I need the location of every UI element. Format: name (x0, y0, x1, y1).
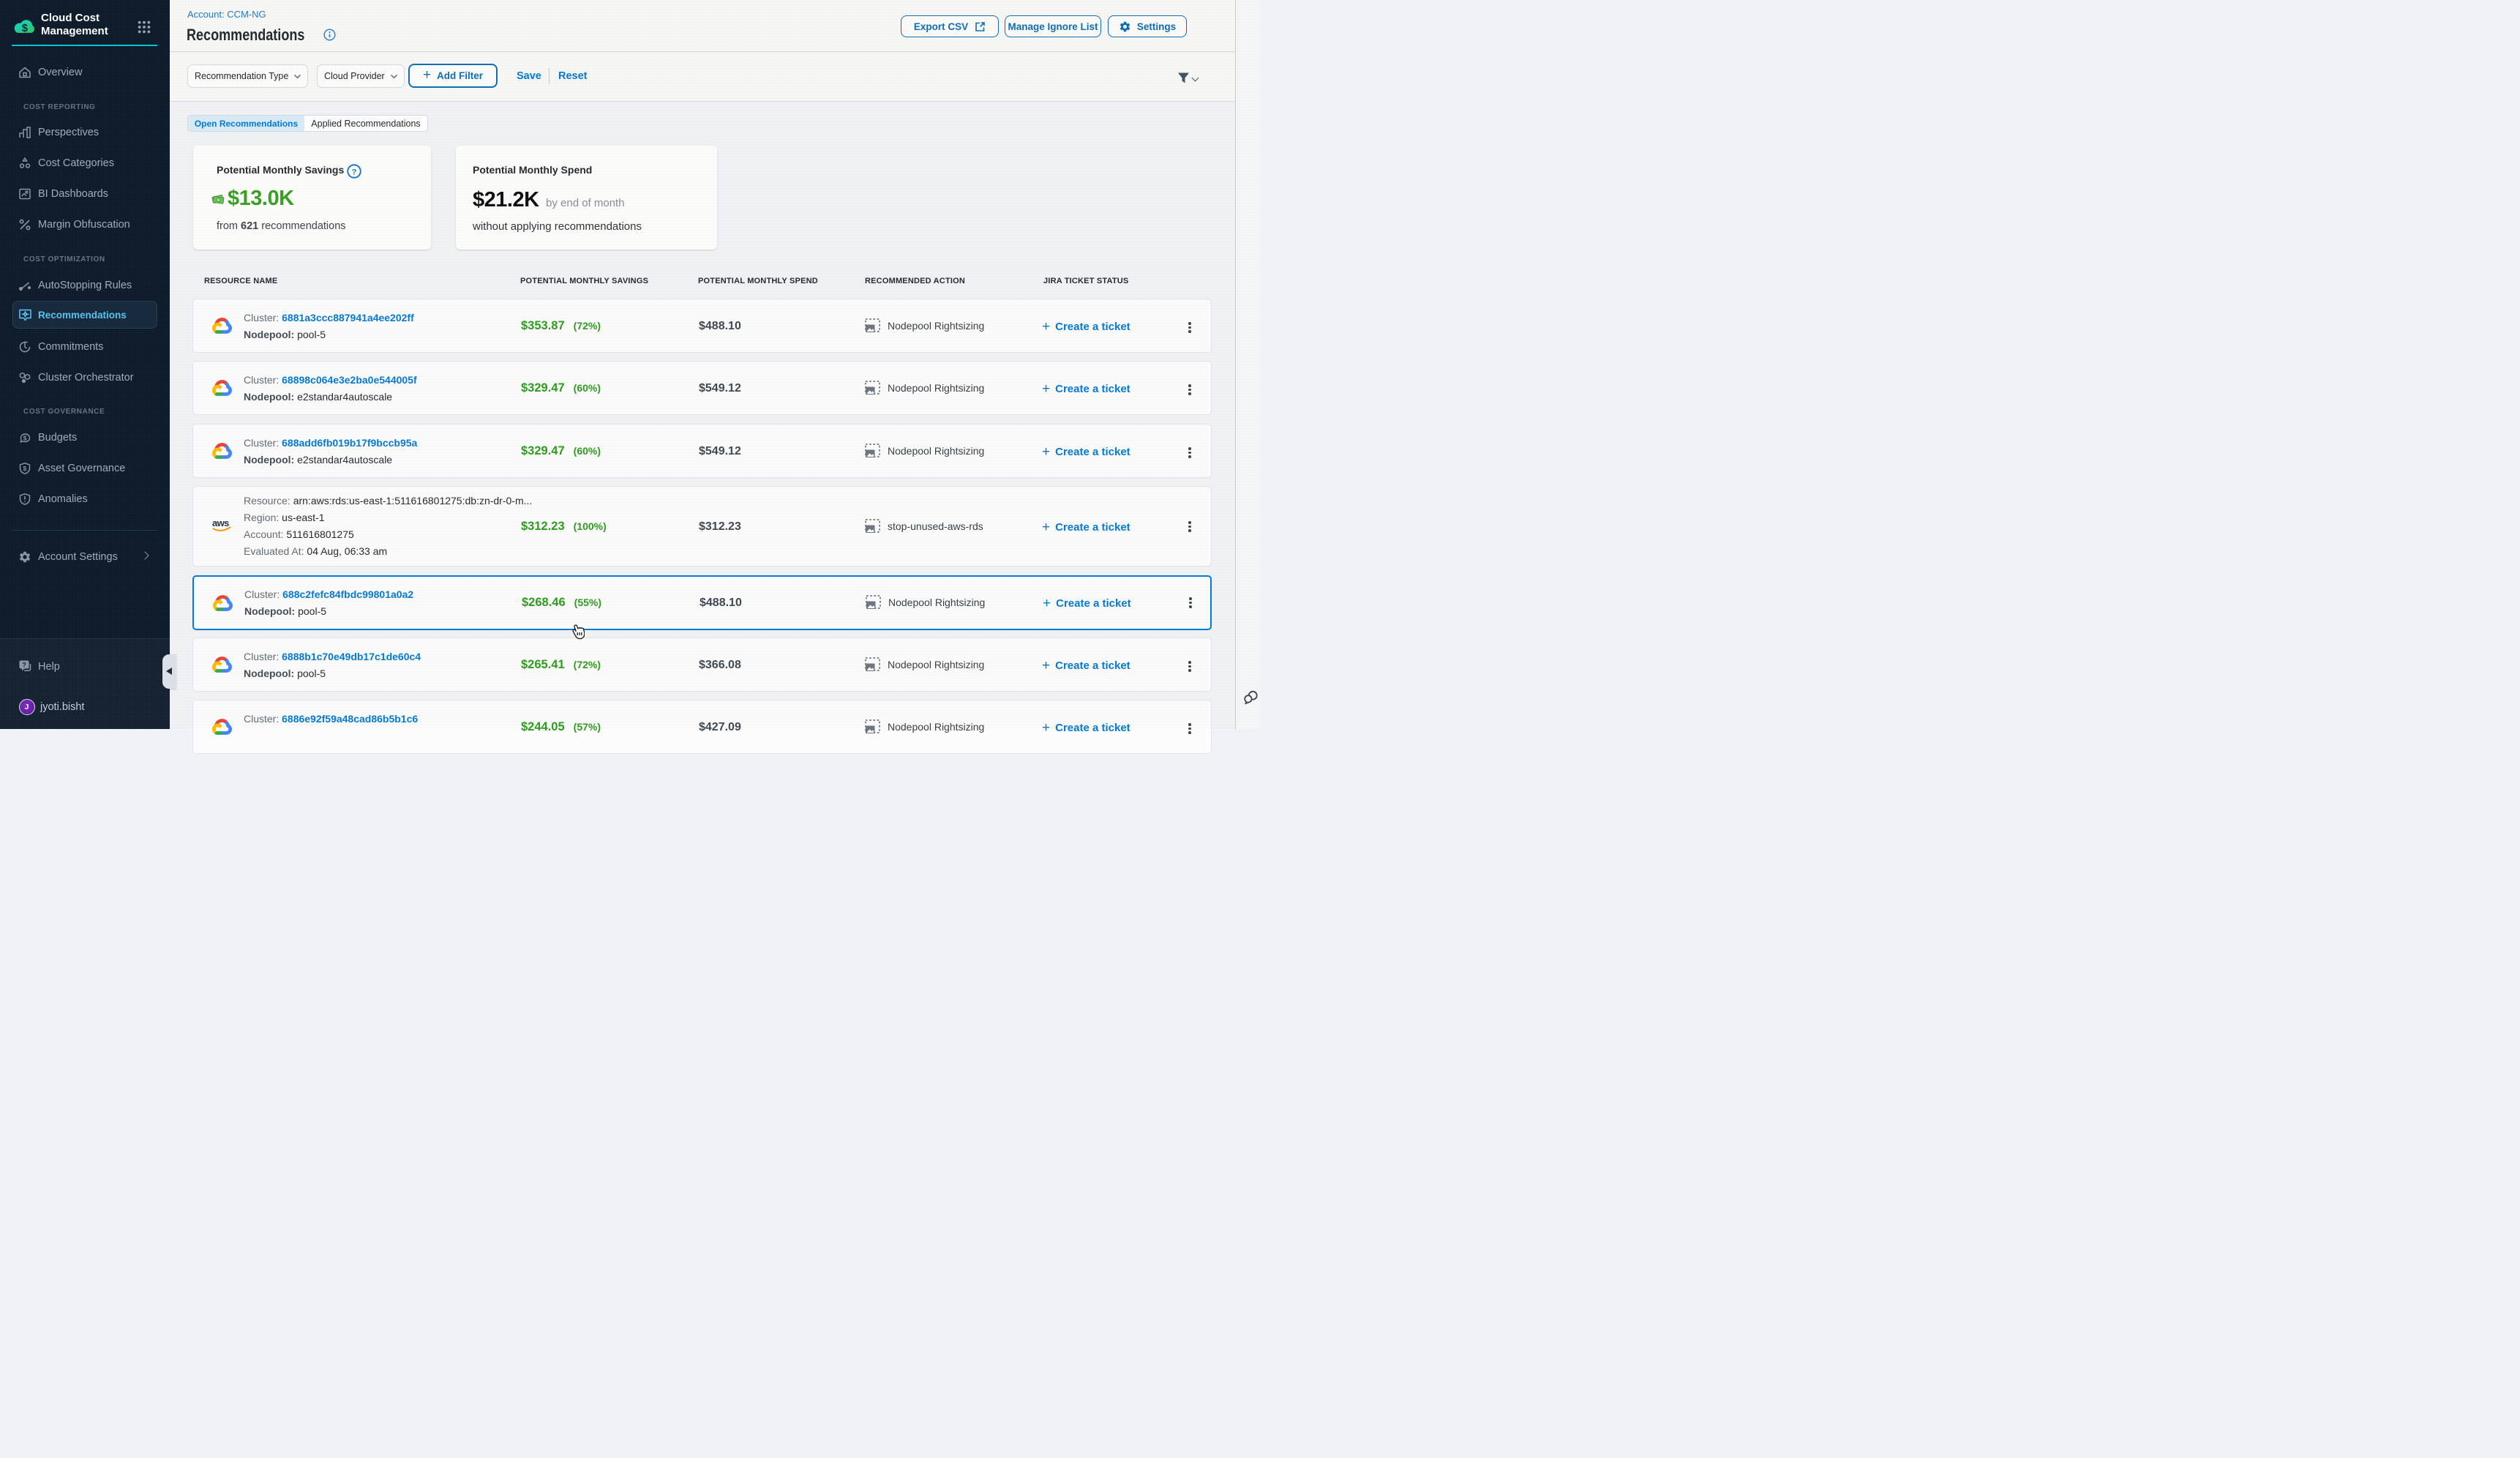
svg-text:$: $ (23, 465, 27, 472)
svg-text:$: $ (22, 23, 28, 34)
svg-text:?: ? (351, 168, 356, 176)
svg-text:$: $ (23, 435, 27, 442)
svg-text:?: ? (22, 662, 26, 669)
